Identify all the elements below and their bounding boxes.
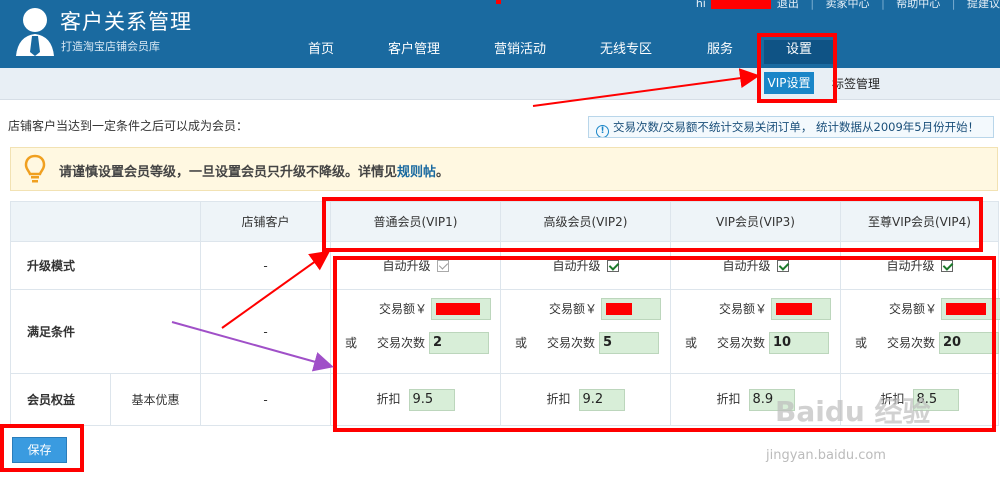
store-conditions-cell: - — [200, 289, 331, 374]
amount-label: 交易额￥ — [718, 301, 767, 316]
row-label-basic-discount: 基本优惠 — [110, 373, 201, 426]
greeting-text: hi — [695, 0, 706, 10]
vip2-discount-input[interactable]: 9.2 — [578, 388, 625, 411]
store-benefits-cell: - — [200, 373, 331, 426]
logout-link[interactable]: 退出 — [777, 0, 799, 11]
redacted-value — [606, 303, 632, 315]
discount-label: 折扣 — [546, 392, 571, 406]
help-center-link[interactable]: 帮助中心 — [896, 0, 940, 11]
vip4-amount-input[interactable] — [941, 298, 1000, 320]
warning-end: 。 — [436, 165, 450, 180]
or-label: 或 — [515, 335, 528, 350]
info-icon: ! — [596, 125, 609, 137]
redacted-value — [946, 303, 986, 315]
redacted-username — [711, 0, 772, 9]
seller-center-link[interactable]: 卖家中心 — [826, 0, 870, 11]
warning-text: 请谨慎设置会员等级，一旦设置会员只升级不降级。详情见规则帖。 — [59, 161, 449, 180]
vip2-count-input[interactable]: 5 — [599, 332, 659, 354]
lightbulb-icon — [24, 154, 46, 183]
header-vip2: 高级会员(VIP2) — [500, 201, 671, 242]
watermark-logo: Baidu 经验 — [775, 395, 931, 428]
vip2-benefits-cell: 折扣 9.2 — [500, 373, 671, 426]
separator: | — [951, 0, 956, 10]
vip2-upgrade-cell: 自动升级 — [500, 241, 671, 290]
count-label: 交易次数 — [546, 335, 595, 350]
intro-text: 店铺客户当达到一定条件之后可以成为会员： — [8, 119, 249, 133]
vip1-upgrade-cell: 自动升级 — [330, 241, 501, 290]
tab-tag-management[interactable]: 标签管理 — [832, 75, 880, 92]
notice-text: 交易次数/交易额不统计交易关闭订单， 统计数据从2009年5月份开始！ — [613, 120, 980, 134]
rules-link[interactable]: 规则帖 — [397, 165, 436, 180]
count-label: 交易次数 — [716, 335, 765, 350]
amount-label: 交易额￥ — [888, 301, 937, 316]
vip4-upgrade-cell: 自动升级 — [840, 241, 999, 290]
vip1-auto-upgrade-checkbox[interactable] — [436, 260, 449, 272]
header-bar: 客户关系管理 打造淘宝店铺会员库 hi 退出 | 卖家中心 | 帮助中心 | 提… — [0, 0, 1000, 68]
vip4-auto-upgrade-checkbox[interactable] — [940, 260, 953, 272]
nav-customers[interactable]: 客户管理 — [378, 40, 450, 64]
app-title: 客户关系管理 — [60, 10, 192, 34]
vip4-count-input[interactable]: 20 — [939, 332, 999, 354]
vip1-count-input[interactable]: 2 — [429, 332, 489, 354]
auto-upgrade-label: 自动升级 — [722, 259, 771, 273]
or-label: 或 — [685, 335, 698, 350]
redacted-value — [436, 303, 480, 315]
top-links: hi 退出 | 卖家中心 | 帮助中心 | 提建议 — [695, 0, 1000, 11]
nav-settings[interactable]: 设置 — [764, 40, 834, 64]
vip3-amount-input[interactable] — [771, 298, 831, 320]
separator: | — [810, 0, 815, 10]
count-label: 交易次数 — [886, 335, 935, 350]
warning-bar: 请谨慎设置会员等级，一旦设置会员只升级不降级。详情见规则帖。 — [10, 147, 998, 191]
header-store-customer: 店铺客户 — [200, 201, 331, 242]
header-vip1: 普通会员(VIP1) — [330, 201, 501, 242]
or-label: 或 — [345, 335, 358, 350]
vip1-benefits-cell: 折扣 9.5 — [330, 373, 501, 426]
header-vip3: VIP会员(VIP3) — [670, 201, 841, 242]
table-header-row: 店铺客户 普通会员(VIP1) 高级会员(VIP2) VIP会员(VIP3) 至… — [10, 201, 999, 242]
vip1-amount-input[interactable] — [431, 298, 491, 320]
suggestion-link[interactable]: 提建议 — [967, 0, 1000, 11]
discount-label: 折扣 — [376, 392, 401, 406]
annotation-mark — [496, 0, 501, 4]
main-nav: 首页 客户管理 营销活动 无线专区 服务 设置 — [0, 40, 1000, 64]
vip4-conditions-cell: 交易额￥ 或 交易次数 20 — [840, 289, 1000, 374]
vip1-conditions-cell: 交易额￥ 或 交易次数 2 — [330, 289, 501, 374]
warning-message: 请谨慎设置会员等级，一旦设置会员只升级不降级。详情见 — [59, 165, 398, 180]
save-button[interactable]: 保存 — [12, 437, 67, 463]
watermark-url: jingyan.baidu.com — [766, 448, 886, 463]
vip3-auto-upgrade-checkbox[interactable] — [776, 260, 789, 272]
vip3-count-input[interactable]: 10 — [769, 332, 829, 354]
amount-label: 交易额￥ — [378, 301, 427, 316]
nav-wireless[interactable]: 无线专区 — [590, 40, 662, 64]
table-row-conditions: 满足条件 - 交易额￥ 或 交易次数 2 交易额￥ 或 交易次数 5 交易额￥ 或 交易次… — [10, 289, 1000, 374]
separator: | — [881, 0, 885, 10]
store-upgrade-cell: - — [200, 241, 331, 290]
vip3-upgrade-cell: 自动升级 — [670, 241, 841, 290]
header-vip4: 至尊VIP会员(VIP4) — [840, 201, 999, 242]
notice-box: ! 交易次数/交易额不统计交易关闭订单， 统计数据从2009年5月份开始！ — [588, 116, 994, 138]
vip2-auto-upgrade-checkbox[interactable] — [606, 260, 619, 272]
vip1-discount-input[interactable]: 9.5 — [408, 388, 455, 411]
count-label: 交易次数 — [376, 335, 425, 350]
vip2-conditions-cell: 交易额￥ 或 交易次数 5 — [500, 289, 671, 374]
vip3-conditions-cell: 交易额￥ 或 交易次数 10 — [670, 289, 841, 374]
row-label-benefits: 会员权益 — [10, 373, 111, 426]
auto-upgrade-label: 自动升级 — [382, 259, 431, 273]
sub-nav: VIP设置 标签管理 — [0, 68, 1000, 100]
nav-services[interactable]: 服务 — [698, 40, 742, 64]
auto-upgrade-label: 自动升级 — [552, 259, 601, 273]
discount-label: 折扣 — [716, 392, 741, 406]
row-label-upgrade: 升级模式 — [10, 241, 201, 290]
or-label: 或 — [855, 335, 868, 350]
auto-upgrade-label: 自动升级 — [886, 259, 935, 273]
nav-marketing[interactable]: 营销活动 — [484, 40, 556, 64]
nav-home[interactable]: 首页 — [296, 40, 346, 64]
amount-label: 交易额￥ — [548, 301, 597, 316]
row-label-conditions: 满足条件 — [10, 289, 201, 374]
tab-vip-settings[interactable]: VIP设置 — [764, 72, 814, 94]
table-row-upgrade: 升级模式 - 自动升级 自动升级 自动升级 自动升级 — [10, 241, 999, 290]
header-empty — [10, 201, 201, 242]
redacted-value — [776, 303, 812, 315]
vip2-amount-input[interactable] — [601, 298, 661, 320]
